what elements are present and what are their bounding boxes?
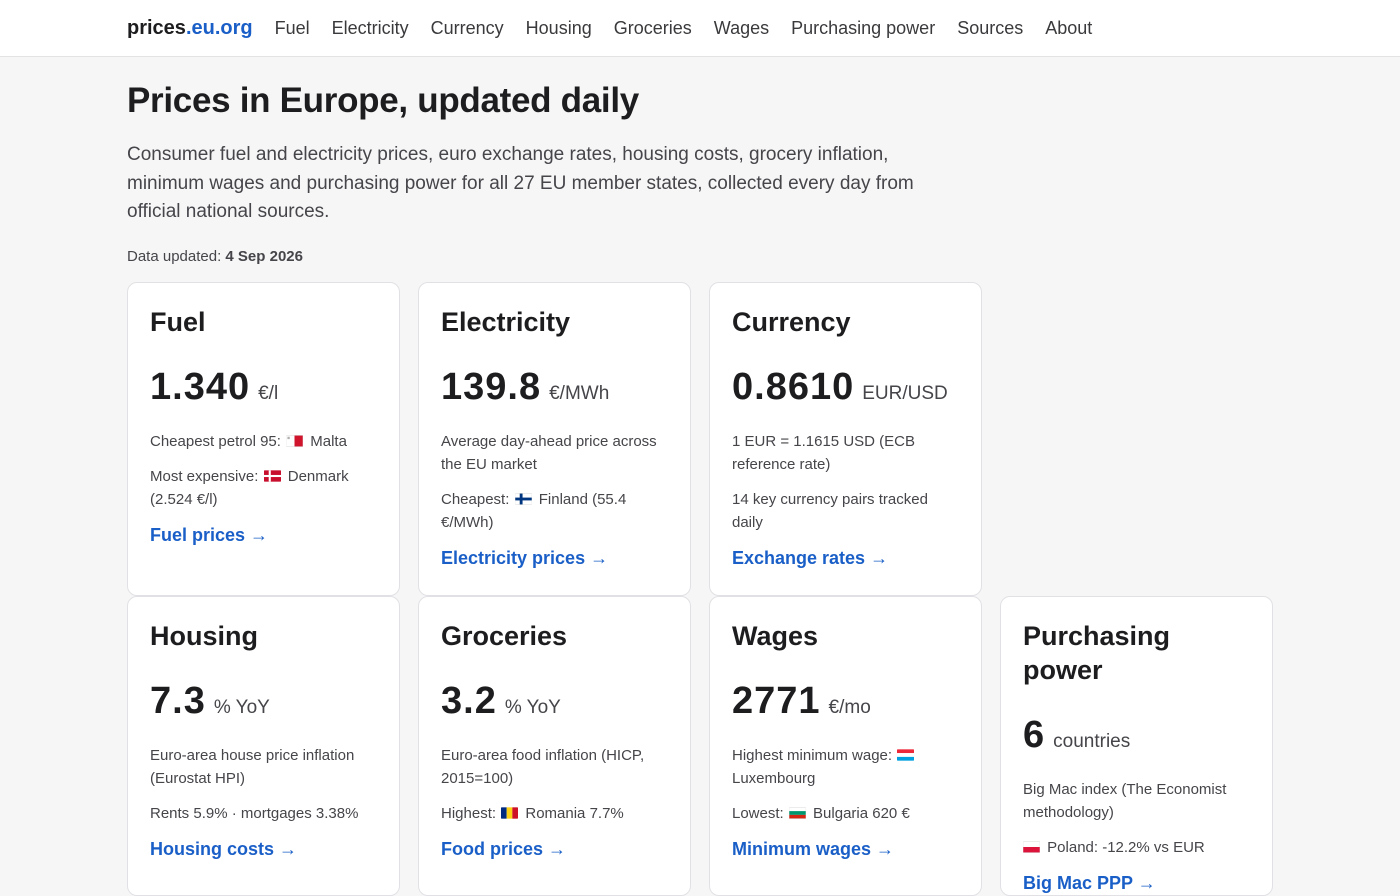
metric-unit: % YoY — [213, 696, 270, 718]
card-purchasing-power: Purchasing power 6 countries Big Mac ind… — [1000, 595, 1273, 896]
card-metric: 139.8 €/MWh — [441, 365, 668, 409]
metric-value: 0.8610 — [732, 365, 855, 408]
highest-country: Luxembourg — [732, 769, 816, 787]
hpi-note: Euro-area house price inflation (Eurosta… — [150, 746, 355, 787]
metric-unit: €/mo — [828, 696, 871, 718]
flag-romania-icon — [501, 806, 519, 819]
big-mac-ppp-link[interactable]: Big Mac PPP → — [1023, 873, 1156, 894]
card-electricity: Electricity 139.8 €/MWh Average day-ahea… — [418, 281, 691, 596]
data-updated-date: 4 Sep 2026 — [225, 247, 303, 265]
average-price-note: Average day-ahead price across the EU ma… — [441, 432, 657, 473]
metric-unit: countries — [1053, 730, 1131, 752]
flag-malta-icon — [286, 434, 304, 447]
metric-value: 139.8 — [441, 365, 542, 408]
most-expensive: Most expensive: Denmark (2.524 €/l) — [150, 465, 377, 511]
highest-label: Highest: — [441, 804, 497, 822]
cheapest-country: Malta — [310, 432, 347, 450]
lowest-minimum-wage: Lowest: Bulgaria 620 € — [732, 802, 959, 825]
lowest-country: Bulgaria 620 € — [813, 804, 910, 822]
cheapest-petrol: Cheapest petrol 95: Malta — [150, 430, 377, 453]
card-title: Purchasing power — [1023, 620, 1171, 685]
nav-link-electricity[interactable]: Electricity — [332, 18, 409, 39]
metric-unit: €/MWh — [549, 382, 610, 404]
food-prices-link[interactable]: Food prices → — [441, 839, 566, 860]
highest-country: Romania 7.7% — [525, 804, 624, 822]
flag-bulgaria-icon — [788, 806, 806, 819]
fuel-prices-link[interactable]: Fuel prices → — [150, 525, 268, 546]
card-title: Currency — [732, 306, 851, 337]
electricity-prices-link[interactable]: Electricity prices → — [441, 548, 608, 569]
metric-value: 2771 — [732, 679, 821, 722]
top-nav: prices.eu.org Fuel Electricity Currency … — [0, 0, 1400, 57]
flag-finland-icon — [514, 492, 532, 505]
card-metric: 1.340 €/l — [150, 365, 377, 409]
cheapest-electricity: Cheapest: Finland (55.4 €/MWh) — [441, 488, 668, 534]
card-housing: Housing 7.3 % YoY Euro-area house price … — [127, 595, 400, 896]
card-metric: 6 countries — [1023, 713, 1250, 757]
nav-link-groceries[interactable]: Groceries — [614, 18, 692, 39]
card-title: Housing — [150, 620, 258, 651]
page-title: Prices in Europe, updated daily — [127, 81, 639, 120]
cheapest-label: Cheapest: — [441, 490, 510, 508]
poland-ppp: Poland: -12.2% vs EUR — [1023, 836, 1250, 859]
card-wages: Wages 2771 €/mo Highest minimum wage: Lu… — [709, 595, 982, 896]
metric-value: 7.3 — [150, 679, 206, 722]
metric-value: 3.2 — [441, 679, 497, 722]
big-mac-note: Big Mac index (The Economist methodology… — [1023, 780, 1227, 821]
most-expensive-label: Most expensive: — [150, 467, 259, 485]
hicp-note: Euro-area food inflation (HICP, 2015=100… — [441, 746, 645, 787]
nav-link-housing[interactable]: Housing — [526, 18, 592, 39]
highest-food-inflation: Highest: Romania 7.7% — [441, 802, 668, 825]
poland-ppp-value: Poland: -12.2% vs EUR — [1047, 838, 1205, 856]
brand-logo[interactable]: prices.eu.org — [127, 17, 253, 40]
intro-text: Consumer fuel and electricity prices, eu… — [127, 144, 914, 222]
brand-accent: .eu.org — [185, 16, 253, 39]
card-metric: 2771 €/mo — [732, 679, 959, 723]
cheapest-label: Cheapest petrol 95: — [150, 432, 281, 450]
card-title: Electricity — [441, 306, 571, 337]
flag-poland-icon — [1023, 840, 1040, 853]
brand-main: prices — [127, 16, 186, 39]
data-updated: Data updated: 4 Sep 2026 — [127, 248, 1400, 265]
card-metric: 0.8610 EUR/USD — [732, 365, 959, 409]
card-grid: Fuel 1.340 €/l Cheapest petrol 95: Malta… — [127, 281, 1400, 896]
metric-unit: EUR/USD — [862, 382, 948, 404]
nav-link-fuel[interactable]: Fuel — [275, 18, 310, 39]
main-content: Prices in Europe, updated daily Consumer… — [0, 80, 1400, 896]
card-currency: Currency 0.8610 EUR/USD 1 EUR = 1.1615 U… — [709, 281, 982, 596]
data-updated-label: Data updated: — [127, 247, 222, 265]
card-metric: 3.2 % YoY — [441, 679, 668, 723]
exchange-rates-link[interactable]: Exchange rates → — [732, 548, 888, 569]
metric-unit: % YoY — [504, 696, 561, 718]
card-groceries: Groceries 3.2 % YoY Euro-area food infla… — [418, 595, 691, 896]
highest-label: Highest minimum wage: — [732, 746, 893, 764]
highest-minimum-wage: Highest minimum wage: Luxembourg — [732, 744, 959, 790]
pairs-tracked-note: 14 key currency pairs tracked daily — [732, 490, 928, 531]
card-title: Groceries — [441, 620, 568, 651]
nav-link-sources[interactable]: Sources — [957, 18, 1023, 39]
metric-value: 6 — [1023, 713, 1046, 756]
rents-mortgages-note: Rents 5.9% · mortgages 3.38% — [150, 804, 359, 822]
flag-denmark-icon — [263, 469, 281, 482]
nav-link-wages[interactable]: Wages — [714, 18, 769, 39]
housing-costs-link[interactable]: Housing costs → — [150, 839, 297, 860]
metric-value: 1.340 — [150, 365, 251, 408]
lowest-label: Lowest: — [732, 804, 784, 822]
metric-unit: €/l — [258, 382, 279, 404]
nav-link-currency[interactable]: Currency — [431, 18, 504, 39]
ecb-rate-note: 1 EUR = 1.1615 USD (ECB reference rate) — [732, 432, 915, 473]
card-title: Fuel — [150, 306, 206, 337]
nav-link-about[interactable]: About — [1045, 18, 1092, 39]
card-fuel: Fuel 1.340 €/l Cheapest petrol 95: Malta… — [127, 281, 400, 596]
nav-link-purchasing-power[interactable]: Purchasing power — [791, 18, 935, 39]
flag-luxembourg-icon — [897, 748, 915, 761]
card-title: Wages — [732, 620, 819, 651]
card-metric: 7.3 % YoY — [150, 679, 377, 723]
minimum-wages-link[interactable]: Minimum wages → — [732, 839, 894, 860]
